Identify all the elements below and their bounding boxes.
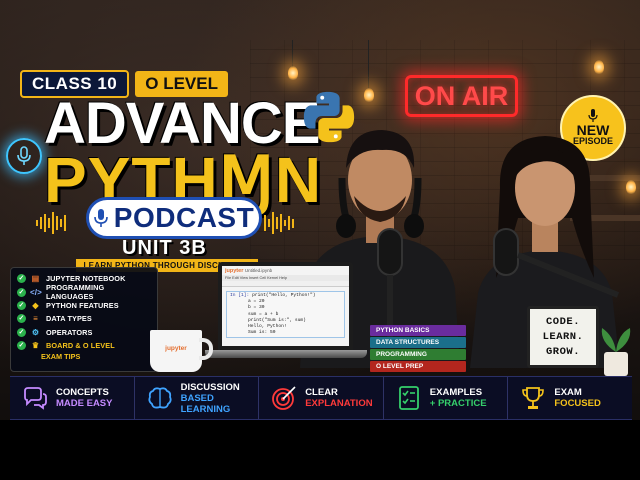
benefit-item: CONCEPTS MADE EASY xyxy=(10,377,135,419)
trophy-icon xyxy=(522,387,545,409)
benefit-item: EXAMPLES + PRACTICE xyxy=(384,377,509,419)
laptop-screen: jupyter Untitled.ipynb File Edit View In… xyxy=(218,262,353,350)
unit-label: UNIT 3B xyxy=(122,237,207,259)
check-icon: ✓ xyxy=(17,274,26,284)
book: DATA STRUCTURES xyxy=(370,337,466,348)
laptop-base xyxy=(205,350,367,358)
on-air-sign: ON AIR xyxy=(405,75,518,117)
microphone-right xyxy=(493,228,620,298)
mic-glow-icon xyxy=(6,138,42,174)
mug-label: jupyter xyxy=(165,345,187,352)
benefit-item: DISCUSSION BASED LEARNING xyxy=(135,377,260,419)
check-icon: ✓ xyxy=(17,341,26,351)
features-panel: ✓ ▤ JUPYTER NOTEBOOK ✓ </> PROGRAMMING LANGU… xyxy=(10,267,158,372)
book: PYTHON BASICS xyxy=(370,325,466,336)
check-icon: ✓ xyxy=(17,327,26,337)
code-icon: </> xyxy=(30,287,42,297)
target-icon xyxy=(272,386,296,410)
code-learn-grow-sign: CODE. LEARN. GROW. xyxy=(527,306,599,368)
feature-item: ✓ ≡ DATA TYPES xyxy=(17,314,92,324)
podcast-label: PODCAST xyxy=(113,202,255,233)
notebook-icon: ▤ xyxy=(31,274,40,284)
jupyter-toolbar xyxy=(222,281,349,287)
book: PROGRAMMING LANGUAGES xyxy=(370,349,466,369)
database-icon: ≡ xyxy=(33,314,38,324)
checklist-icon xyxy=(398,386,419,410)
benefit-item: CLEAR EXPLANATION xyxy=(259,377,384,419)
feature-item: ✓ ⚙ OPERATORS xyxy=(17,327,93,337)
chat-bubbles-icon xyxy=(24,387,47,410)
plant xyxy=(601,328,631,376)
hanging-bulb xyxy=(594,60,604,74)
benefit-item: EXAM FOCUSED xyxy=(508,377,632,419)
feature-item: ✓ </> PROGRAMMING LANGUAGES xyxy=(17,283,105,302)
check-icon: ✓ xyxy=(17,314,26,324)
book: O LEVEL PREP xyxy=(370,361,466,372)
gear-icon: ⚙ xyxy=(31,327,40,337)
brain-icon xyxy=(148,387,172,409)
footer-band xyxy=(0,420,640,480)
code-cell: In [1]: print("Hello, Python!") a = 20 b… xyxy=(226,291,345,339)
podcast-pill: PODCAST xyxy=(86,197,262,239)
feature-item-extra: EXAM TIPS xyxy=(41,352,81,362)
feature-item: ✓ ♛ BOARD & O LEVEL xyxy=(17,341,115,351)
check-icon: ✓ xyxy=(17,287,26,297)
hanging-bulb xyxy=(288,66,298,80)
python-icon: ◆ xyxy=(32,300,39,310)
hanging-bulb xyxy=(364,88,374,102)
microphone-icon xyxy=(93,209,108,227)
jupyter-header: jupyter Untitled.ipynb xyxy=(225,268,273,274)
check-icon: ✓ xyxy=(17,300,26,310)
trophy-icon: ♛ xyxy=(31,341,40,351)
benefits-bar: CONCEPTS MADE EASY DISCUSSION BASED LEARNI… xyxy=(10,376,632,420)
sound-wave-left xyxy=(36,212,66,234)
thumbnail: CLASS 10 O LEVEL ADVANCE PYTHⱮN PODCAST … xyxy=(0,0,640,480)
microphone-icon xyxy=(588,109,598,123)
